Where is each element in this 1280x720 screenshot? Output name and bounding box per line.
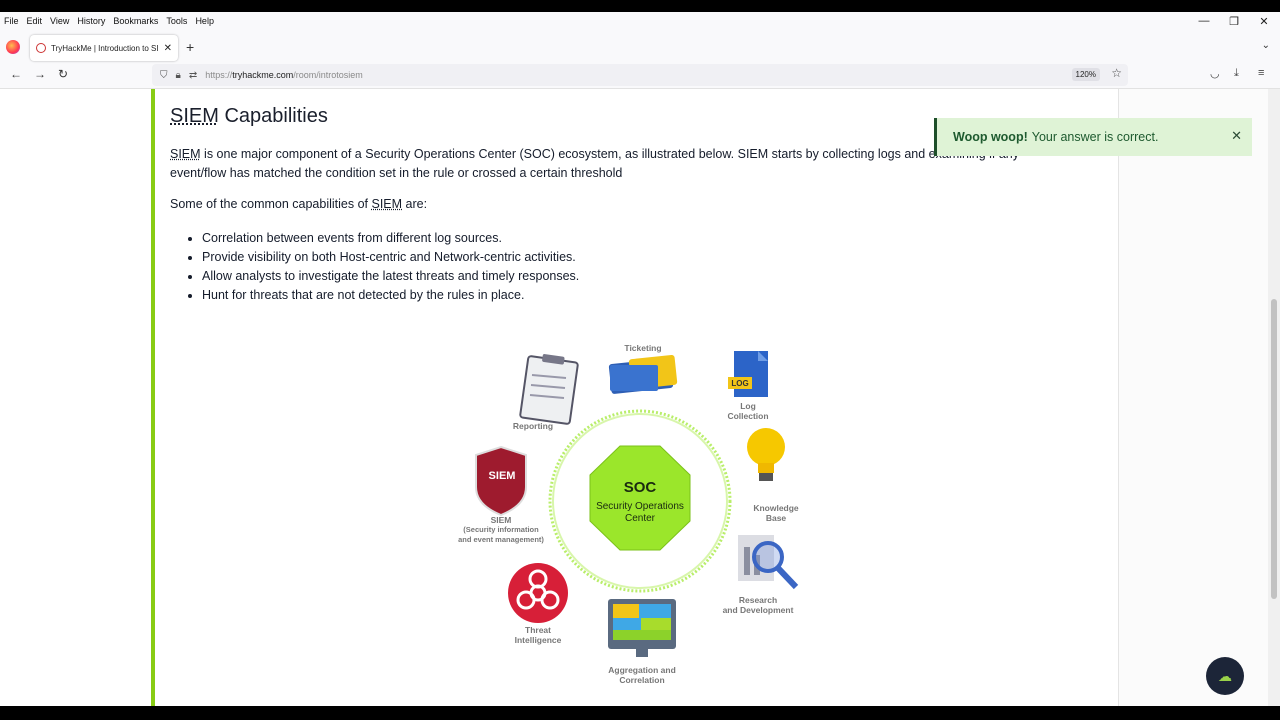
right-pane — [1118, 89, 1268, 706]
research-magnifier-icon — [738, 535, 799, 590]
soc-diagram: SOC Security Operations Center SIEM LOG … — [440, 337, 820, 687]
capabilities-list: Correlation between events from differen… — [202, 229, 579, 305]
downloads-icon[interactable]: ⤓ — [1234, 67, 1239, 80]
menu-file[interactable]: File — [4, 16, 19, 26]
label-siem: SIEM (Security information and event manag… — [458, 515, 544, 544]
capabilities-intro: Some of the common capabilities of SIEM … — [170, 197, 428, 211]
label-knowledge-base: Knowledge Base — [753, 503, 799, 523]
menu-tools[interactable]: Tools — [166, 16, 187, 26]
toast-close-button[interactable]: ✕ — [1231, 128, 1242, 144]
forward-button[interactable]: → — [34, 67, 46, 81]
new-tab-button[interactable]: + — [186, 39, 194, 55]
shield-icon[interactable]: ⛉ — [160, 70, 168, 81]
menu-bookmarks[interactable]: Bookmarks — [113, 16, 158, 26]
scrollbar[interactable] — [1268, 89, 1280, 706]
tryhackme-favicon-icon — [36, 43, 46, 53]
page-content: SIEM Capabilities SIEM is one major comp… — [0, 88, 1280, 706]
task-accent-bar — [151, 89, 155, 706]
tab-list-chevron-icon[interactable]: ⌄ — [1262, 40, 1270, 51]
permissions-icon[interactable]: ⇄ — [189, 70, 197, 81]
soc-title: SOC — [623, 479, 657, 496]
soc-subtitle-1: Security Operations — [596, 501, 684, 512]
list-item: Hunt for threats that are not detected b… — [202, 286, 579, 305]
url-bar[interactable]: ⛉ 🔒︎ ⇄ https://tryhackme.com/room/introt… — [152, 64, 1128, 86]
log-collection-document-icon — [728, 351, 768, 397]
app-menu-icon[interactable]: ≡ — [1258, 67, 1264, 79]
bookmark-star-icon[interactable]: ☆ — [1111, 66, 1122, 80]
threat-intelligence-biohazard-icon — [508, 563, 568, 623]
menu-edit[interactable]: Edit — [27, 16, 43, 26]
soc-subtitle-2: Center — [624, 513, 655, 524]
restore-button[interactable]: ❐ — [1224, 15, 1244, 28]
close-window-button[interactable]: ✕ — [1254, 15, 1274, 28]
menu-view[interactable]: View — [50, 16, 69, 26]
tab-tryhackme[interactable]: TryHackMe | Introduction to SI ✕ — [30, 35, 178, 61]
label-aggregation-correlation: Aggregation and Correlation — [608, 665, 676, 685]
back-button[interactable]: ← — [10, 67, 22, 81]
menu-help[interactable]: Help — [195, 16, 214, 26]
siem-badge: SIEM — [488, 470, 516, 482]
label-reporting: Reporting — [512, 421, 554, 431]
success-toast: Woop woop! Your answer is correct. ✕ — [934, 118, 1252, 156]
minimize-button[interactable]: — — [1194, 15, 1214, 27]
list-item: Correlation between events from differen… — [202, 229, 579, 248]
log-badge: LOG — [731, 379, 749, 388]
lock-icon[interactable]: 🔒︎ — [176, 70, 181, 81]
soc-octagon — [589, 445, 691, 551]
browser-window: File Edit View History Bookmarks Tools H… — [0, 12, 1280, 706]
list-item: Allow analysts to investigate the latest… — [202, 267, 579, 286]
zoom-level[interactable]: 120% — [1071, 68, 1100, 81]
aggregation-monitor-icon — [608, 599, 676, 657]
toast-title: Woop woop! — [953, 130, 1028, 144]
menu-history[interactable]: History — [77, 16, 105, 26]
chat-assistant-button[interactable]: ☁ — [1206, 657, 1244, 695]
pocket-icon[interactable]: ◡ — [1210, 67, 1220, 80]
intro-paragraph: SIEM is one major component of a Securit… — [170, 147, 1019, 180]
navigation-bar: ← → ↻ ⛉ 🔒︎ ⇄ https://tryhackme.com/room/… — [0, 64, 1280, 86]
page-title: SIEM Capabilities — [170, 105, 328, 127]
reload-button[interactable]: ↻ — [58, 67, 68, 81]
menu-bar: File Edit View History Bookmarks Tools H… — [0, 12, 1280, 30]
firefox-icon — [6, 40, 20, 54]
url-text[interactable]: https://tryhackme.com/room/introtosiem — [205, 70, 363, 80]
reporting-clipboard-icon — [519, 354, 579, 425]
scrollbar-thumb[interactable] — [1271, 299, 1277, 599]
tab-bar: TryHackMe | Introduction to SI ✕ + ⌄ — [0, 32, 1280, 62]
knowledge-base-lightbulb-icon — [747, 428, 785, 481]
label-threat-intelligence: Threat Intelligence — [514, 625, 562, 645]
toast-message: Your answer is correct. — [1031, 130, 1159, 144]
label-log-collection: Log Collection — [727, 401, 769, 421]
chat-cloud-icon: ☁ — [1218, 667, 1232, 684]
list-item: Provide visibility on both Host-centric … — [202, 248, 579, 267]
ticketing-ticket-icon — [608, 354, 678, 394]
tab-close-icon[interactable]: ✕ — [164, 43, 172, 54]
label-ticketing: Ticketing — [624, 343, 662, 353]
tab-label: TryHackMe | Introduction to SI — [51, 43, 159, 53]
label-research-development: Research and Development — [722, 595, 794, 615]
